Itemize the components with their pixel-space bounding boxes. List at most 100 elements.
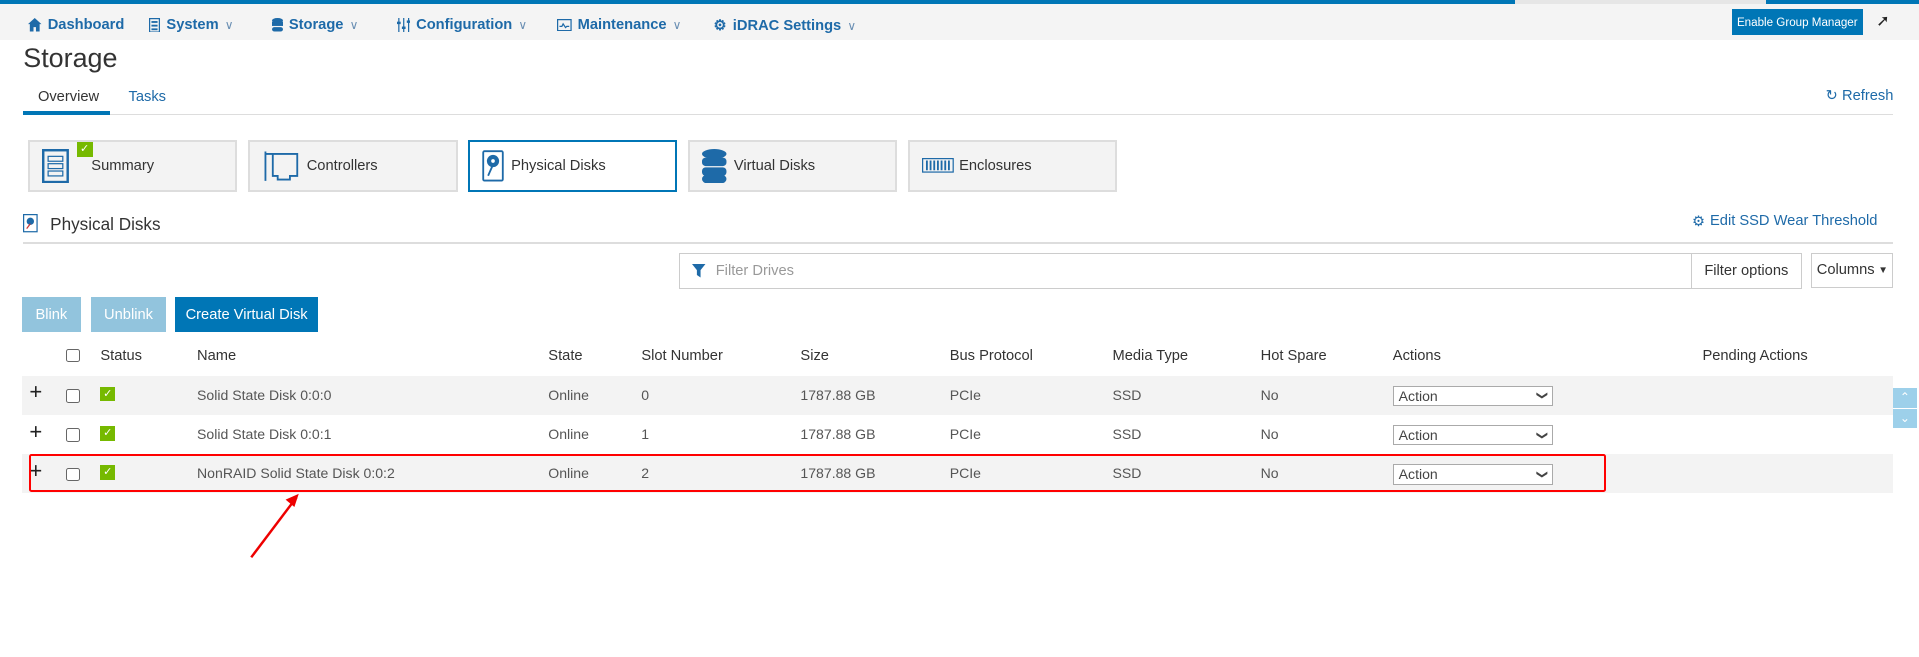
- tile-label: Physical Disks: [511, 157, 606, 174]
- cell-size: 1787.88 GB: [800, 386, 876, 403]
- cell-state: Online: [548, 425, 589, 442]
- check-badge-icon: ✓: [76, 141, 93, 158]
- expand-icon[interactable]: +: [29, 379, 42, 405]
- edit-link-label: Edit SSD Wear Threshold: [1710, 213, 1878, 230]
- header-hot-spare[interactable]: Hot Spare: [1261, 348, 1327, 364]
- nav-dashboard[interactable]: Dashboard: [28, 17, 124, 33]
- header-size[interactable]: Size: [800, 348, 829, 364]
- tab-tasks[interactable]: Tasks: [129, 89, 167, 113]
- enable-group-manager-button[interactable]: Enable Group Manager: [1731, 8, 1863, 36]
- header-pending-actions: Pending Actions: [1702, 347, 1808, 364]
- table-row: + ✓ Solid State Disk 0:0:1 Online 1 1787.88 G…: [22, 415, 1893, 454]
- chevron-down-icon: ❯: [1536, 391, 1549, 401]
- tab-divider: [23, 113, 1894, 116]
- cell-name: Solid State Disk 0:0:0: [197, 386, 332, 403]
- cell-state: Online: [548, 386, 589, 403]
- select-all-checkbox[interactable]: [66, 348, 80, 363]
- refresh-link[interactable]: ↻ Refresh: [1826, 87, 1894, 104]
- edit-ssd-wear-threshold-link[interactable]: ⚙ Edit SSD Wear Threshold: [1692, 213, 1878, 230]
- header-media-type[interactable]: Media Type: [1113, 348, 1189, 364]
- status-ok-icon: ✓: [100, 386, 116, 402]
- cell-slot: 0: [641, 386, 650, 403]
- nav-label: Configuration: [416, 17, 513, 34]
- cell-slot: 1: [641, 425, 650, 442]
- tab-overview[interactable]: Overview: [38, 89, 99, 113]
- annotation-arrow: [249, 493, 299, 558]
- cell-size: 1787.88 GB: [800, 425, 876, 442]
- hard-disk-icon: [482, 150, 504, 182]
- nav-maintenance[interactable]: Maintenance ∨: [556, 17, 682, 33]
- scroll-down-button[interactable]: ⌄: [1893, 408, 1917, 429]
- page-title: Storage: [23, 42, 118, 73]
- nav-label: iDRAC Settings: [732, 17, 842, 34]
- nav-system[interactable]: System ∨: [149, 17, 234, 34]
- header-status[interactable]: Status: [100, 348, 142, 364]
- enclosure-icon: [922, 158, 955, 174]
- refresh-label: Refresh: [1842, 87, 1894, 104]
- chevron-down-icon: ∨: [224, 18, 234, 33]
- gear-icon: ⚙: [1691, 213, 1706, 230]
- gears-icon: ⚙: [713, 18, 727, 35]
- cell-name: Solid State Disk 0:0:1: [197, 425, 332, 442]
- nav-label: System: [166, 17, 219, 34]
- tile-enclosures[interactable]: Enclosures: [908, 139, 1118, 193]
- nav-label: Storage: [288, 17, 344, 34]
- header-actions: Actions: [1392, 347, 1441, 364]
- refresh-icon: ↻: [1825, 87, 1838, 104]
- header-slot-number[interactable]: Slot Number: [641, 348, 723, 364]
- header-state[interactable]: State: [548, 348, 582, 364]
- filter-drives-input[interactable]: Filter Drives Filter options: [679, 253, 1802, 289]
- expand-icon[interactable]: +: [29, 419, 42, 445]
- highlight-box: [29, 454, 1606, 492]
- cell-bus: PCIe: [949, 386, 981, 403]
- scroll-up-button[interactable]: ⌃: [1893, 387, 1917, 408]
- row-checkbox[interactable]: [66, 389, 80, 403]
- action-select[interactable]: Action ❯: [1392, 385, 1554, 407]
- pin-icon[interactable]: ➚: [1876, 11, 1889, 31]
- filter-options-button[interactable]: Filter options: [1691, 254, 1788, 288]
- tile-label: Enclosures: [959, 157, 1032, 174]
- tile-label: Summary: [91, 157, 155, 174]
- home-icon: [28, 18, 42, 32]
- tile-label: Controllers: [306, 157, 378, 174]
- controller-card-icon: [264, 151, 298, 181]
- filter-placeholder: Filter Drives: [715, 263, 794, 280]
- blink-button[interactable]: Blink: [22, 297, 81, 332]
- columns-dropdown[interactable]: Columns ▼: [1811, 253, 1894, 288]
- tile-physical-disks[interactable]: Physical Disks: [467, 139, 677, 193]
- create-virtual-disk-button[interactable]: Create Virtual Disk: [175, 297, 319, 332]
- tile-label: Virtual Disks: [733, 157, 816, 174]
- server-icon: [149, 17, 161, 33]
- section-divider: [23, 242, 1894, 244]
- status-ok-icon: ✓: [100, 425, 116, 441]
- header-bus-protocol[interactable]: Bus Protocol: [950, 348, 1033, 364]
- tile-controllers[interactable]: Controllers: [248, 139, 458, 193]
- tile-virtual-disks[interactable]: Virtual Disks: [687, 139, 898, 193]
- tile-summary[interactable]: ✓ Summary: [28, 139, 238, 193]
- database-icon: [702, 148, 727, 183]
- unblink-button[interactable]: Unblink: [90, 297, 167, 332]
- action-select-value: Action: [1398, 387, 1438, 404]
- nav-label: Dashboard: [47, 17, 125, 34]
- monitor-icon: [556, 18, 572, 32]
- hard-disk-icon: [23, 214, 38, 233]
- nav-idrac-settings[interactable]: ⚙ iDRAC Settings ∨: [713, 17, 857, 35]
- filter-icon: [692, 264, 706, 278]
- cell-media: SSD: [1112, 386, 1142, 403]
- action-select[interactable]: Action ❯: [1392, 424, 1554, 446]
- nav-configuration[interactable]: Configuration ∨: [396, 17, 527, 34]
- row-checkbox[interactable]: [66, 428, 80, 442]
- section-title: Physical Disks: [50, 214, 161, 235]
- main-nav: Dashboard System ∨ Storage ∨ Configuration…: [0, 3, 1919, 41]
- nav-storage[interactable]: Storage ∨: [271, 17, 359, 34]
- columns-label: Columns: [1816, 262, 1875, 279]
- cell-media: SSD: [1112, 425, 1142, 442]
- database-icon: [271, 17, 283, 32]
- table-row: + ✓ Solid State Disk 0:0:0 Online 0 1787.88 G…: [22, 375, 1894, 415]
- cell-hot-spare: No: [1260, 386, 1279, 403]
- chevron-down-icon: ❯: [1536, 430, 1549, 440]
- cell-hot-spare: No: [1260, 425, 1279, 442]
- action-select-value: Action: [1398, 427, 1438, 444]
- header-name[interactable]: Name: [197, 348, 236, 364]
- chevron-down-icon: ∨: [672, 18, 682, 33]
